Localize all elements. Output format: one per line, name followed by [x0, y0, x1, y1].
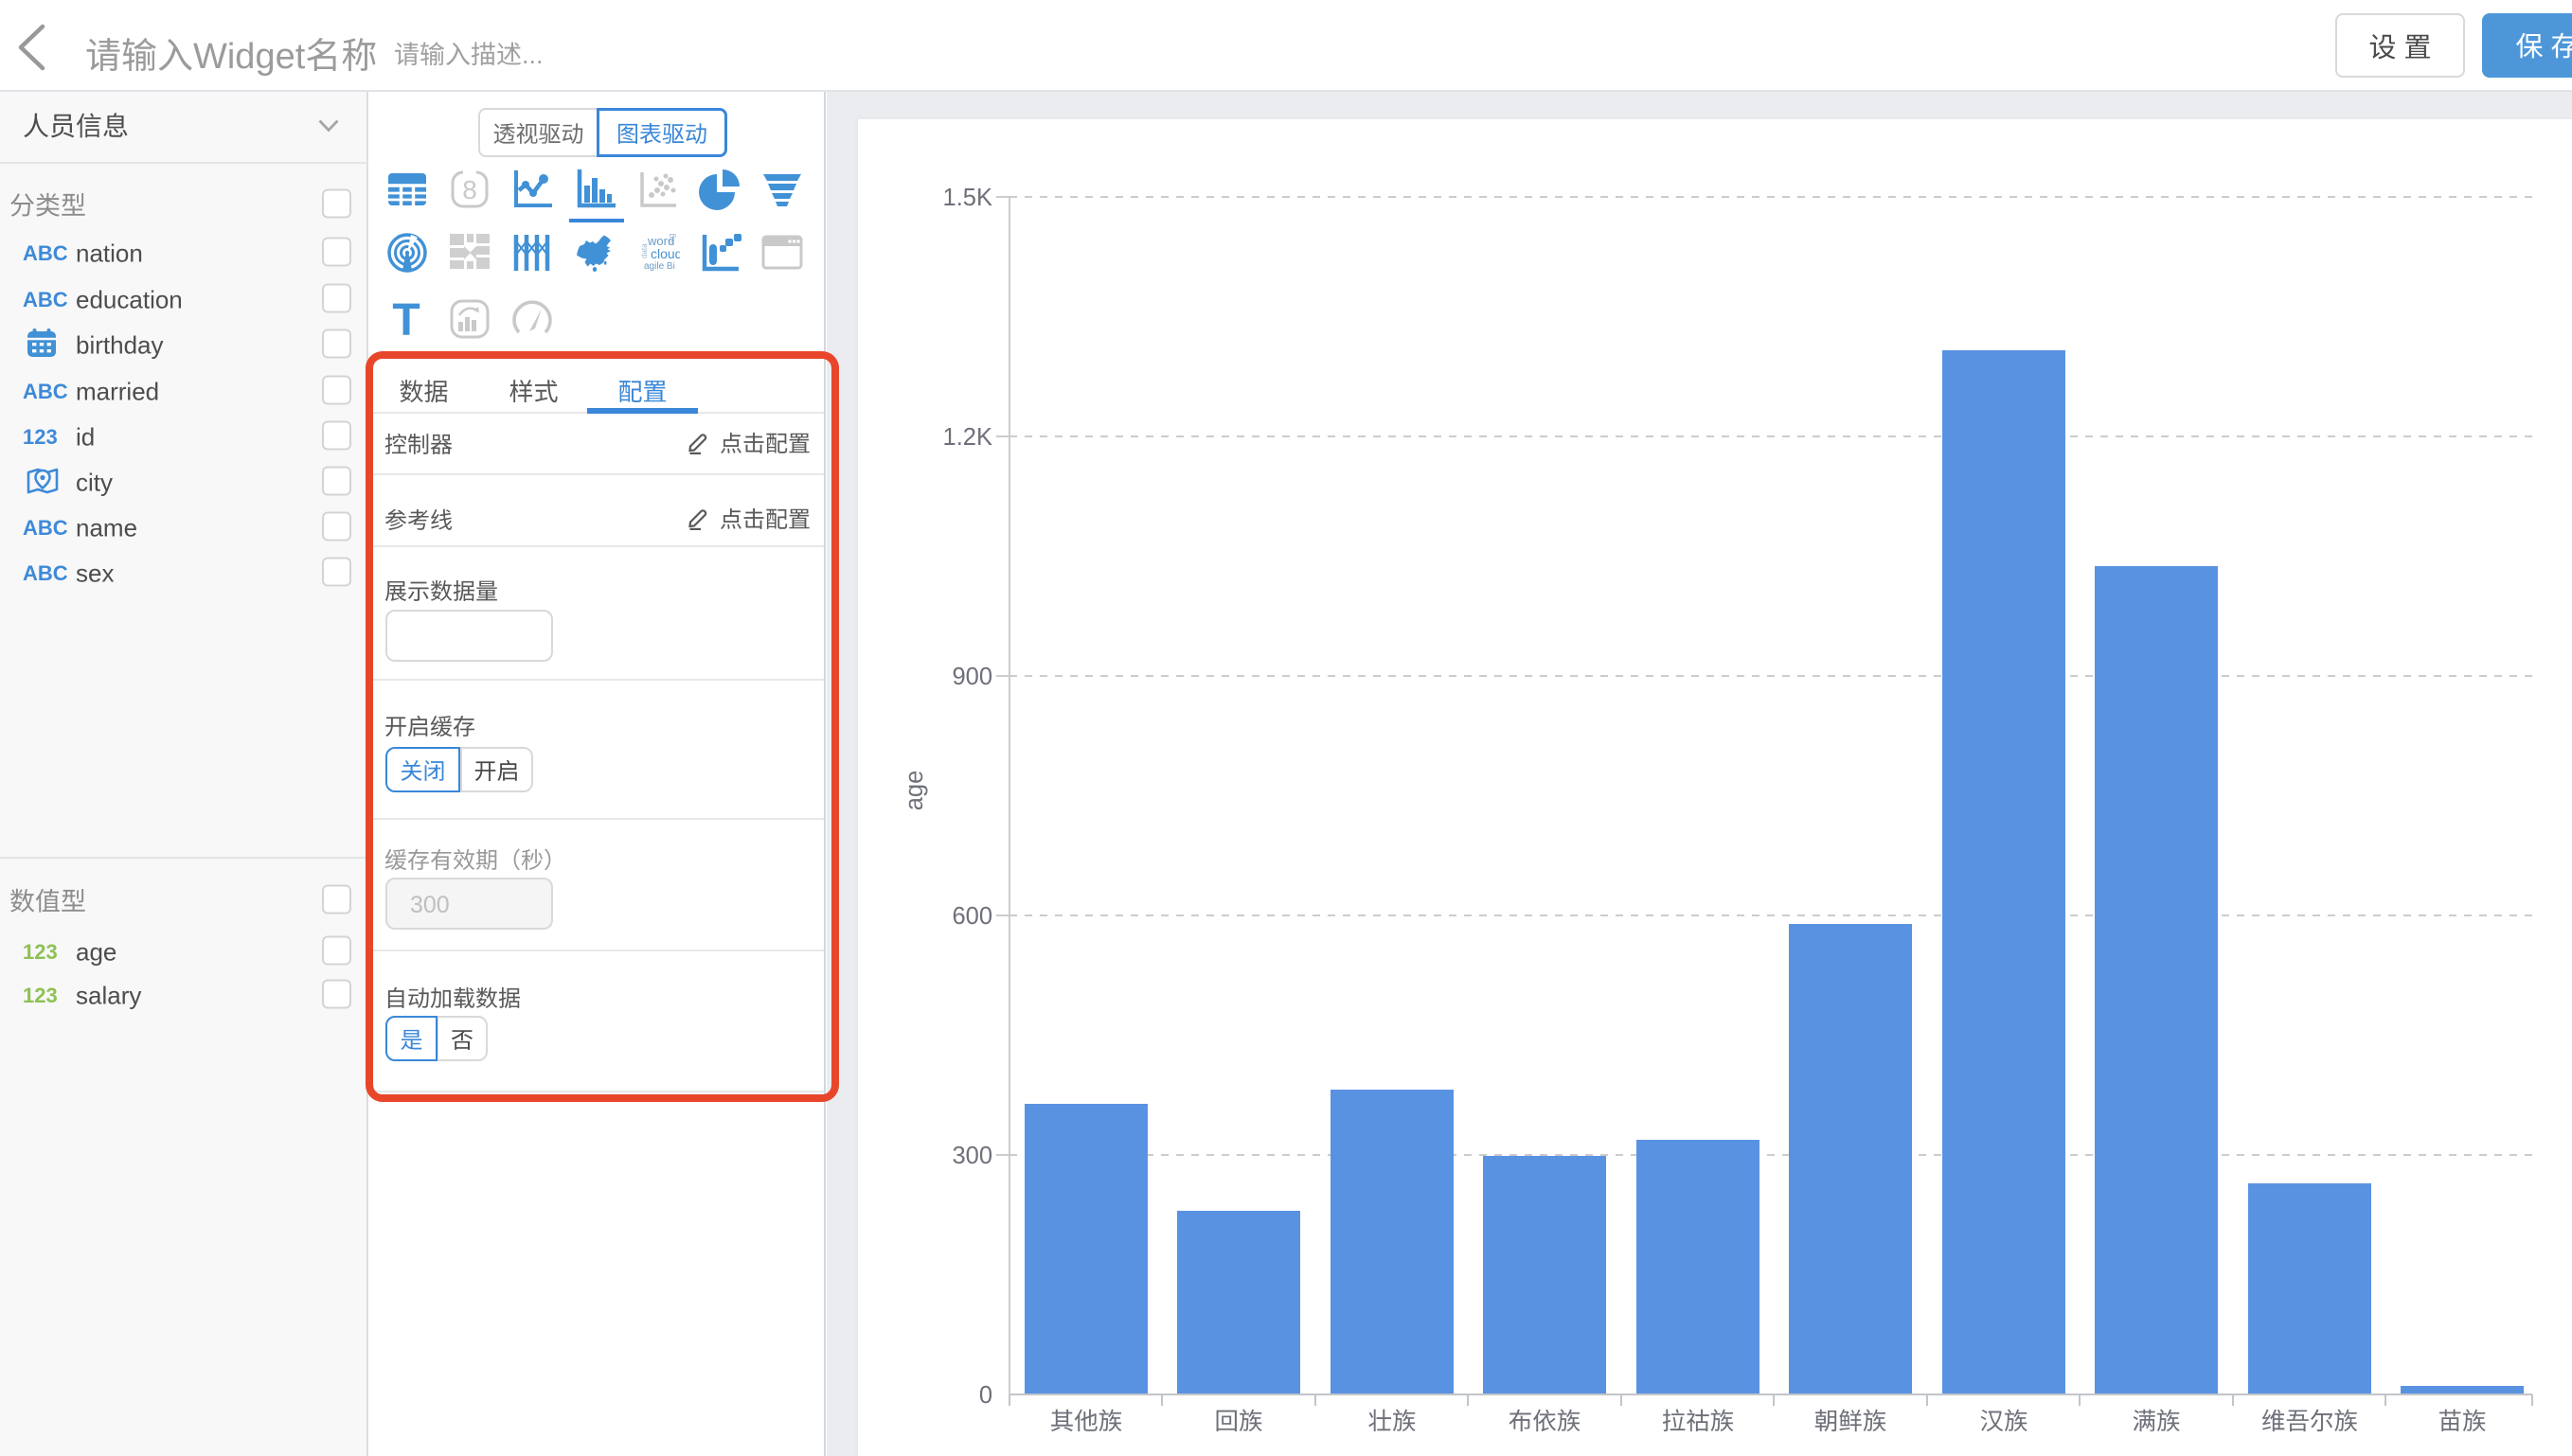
svg-text:汉族: 汉族 [1979, 1402, 2027, 1437]
svg-text:1.5K: 1.5K [943, 178, 992, 213]
svg-text:tag: tag [667, 233, 676, 245]
svg-text:600: 600 [952, 897, 992, 932]
svg-text:0: 0 [979, 1376, 992, 1411]
svg-text:壮族: 壮族 [1367, 1402, 1416, 1437]
svg-text:维吾尔族: 维吾尔族 [2261, 1402, 2358, 1437]
svg-text:朝鲜族: 朝鲜族 [1814, 1402, 1887, 1437]
svg-text:布依族: 布依族 [1509, 1402, 1581, 1437]
svg-text:其他族: 其他族 [1050, 1402, 1123, 1437]
svg-text:1.2K: 1.2K [943, 417, 992, 453]
svg-text:cloud: cloud [651, 246, 680, 261]
svg-text:回族: 回族 [1214, 1402, 1262, 1437]
svg-text:agile Bi: agile Bi [644, 261, 675, 272]
svg-text:age: age [895, 771, 930, 811]
svg-text:300: 300 [952, 1136, 992, 1171]
svg-text:T: T [392, 296, 420, 342]
svg-text:苗族: 苗族 [2438, 1402, 2486, 1437]
svg-text:8: 8 [462, 175, 477, 204]
svg-text:data: data [640, 243, 649, 258]
svg-text:900: 900 [952, 657, 992, 692]
svg-text:满族: 满族 [2132, 1402, 2180, 1437]
svg-text:拉祜族: 拉祜族 [1662, 1402, 1735, 1437]
